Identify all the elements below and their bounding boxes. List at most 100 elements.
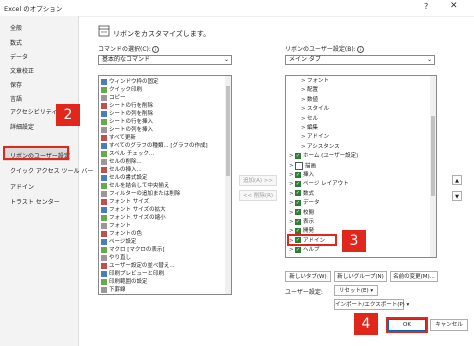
commands-list[interactable]: ウィンドウ枠の固定 クイック印刷 コピー シートの行を削除 シートの列を削除 シートの行を…	[98, 75, 232, 295]
tab-checkbox[interactable]: ✓	[295, 246, 301, 253]
move-up-button[interactable]: ▲	[452, 175, 462, 185]
move-down-button[interactable]: ▼	[452, 191, 462, 201]
command-label: セルの削除...	[109, 159, 142, 165]
commands-scroll-thumb[interactable]	[226, 86, 230, 176]
ribbon-tree-item[interactable]: >編集	[301, 124, 318, 132]
sidebar-item-language[interactable]: 言語	[10, 94, 22, 103]
sidebar-item-data[interactable]: データ	[10, 52, 28, 61]
command-item[interactable]: やり直し	[101, 254, 131, 262]
ribbon-tree-item[interactable]: >アドイン	[301, 133, 329, 141]
sidebar-item-quick-access-toolbar[interactable]: クイック アクセス ツール バー	[10, 166, 93, 175]
command-item[interactable]: セルの削除...	[101, 158, 142, 166]
command-item[interactable]: 印刷範囲の設定	[101, 278, 148, 286]
sidebar-item-general[interactable]: 全般	[10, 23, 22, 32]
remove-button[interactable]: << 削除(R)	[239, 190, 277, 201]
tab-checkbox[interactable]: ✓	[295, 218, 301, 225]
new-group-button[interactable]: 新しいグループ(N)	[334, 271, 387, 282]
command-item[interactable]: フォント サイズの縮小	[101, 214, 166, 222]
command-label: シートの行を挿入	[109, 119, 154, 125]
ribbon-tree-item[interactable]: > ✓ データ	[289, 199, 320, 207]
ribbon-tree-item[interactable]: >配置	[301, 86, 318, 94]
ribbon-tree-label: ホーム (ユーザー設定)	[303, 153, 359, 160]
sidebar-item-save[interactable]: 保存	[10, 80, 22, 89]
ribbon-scroll-thumb[interactable]	[431, 116, 435, 196]
command-item[interactable]: シートの列を削除	[101, 110, 153, 118]
ribbon-tree-item[interactable]: > ✓ 表示	[289, 218, 314, 226]
command-item[interactable]: クイック印刷	[101, 86, 142, 94]
commands-scrollbar[interactable]	[225, 76, 231, 294]
ribbon-tree-item[interactable]: > ✓ ホーム (ユーザー設定)	[289, 152, 358, 160]
tab-checkbox[interactable]: ✓	[295, 152, 301, 159]
sidebar-item-trust-center[interactable]: トラスト センター	[10, 197, 60, 206]
command-icon	[101, 222, 107, 229]
ribbon-tree-item[interactable]: > ✓ 数式	[289, 190, 314, 198]
command-item[interactable]: シートの行を削除	[101, 102, 153, 110]
commands-label: コマンドの選択(C): i	[98, 44, 159, 53]
command-item[interactable]: 印刷プレビューと印刷	[101, 270, 164, 278]
commands-dropdown[interactable]: 基本的なコマンド ⌄	[98, 55, 232, 65]
command-item[interactable]: 下罫線	[101, 286, 126, 294]
import-export-button[interactable]: インポート/エクスポート(P) ▾	[334, 299, 409, 310]
sidebar-item-proofing[interactable]: 文章校正	[10, 66, 34, 75]
command-item[interactable]: すべてのグラフの種類... [グラフの作成]	[101, 142, 208, 150]
step-marker-2: 2	[56, 104, 80, 126]
ribbon-tree-item[interactable]: > ✓ ヘルプ	[289, 246, 320, 254]
ribbon-tree-label: 配置	[307, 87, 319, 94]
command-item[interactable]: セルを結合して中央揃え	[101, 182, 169, 190]
tab-checkbox[interactable]: ✓	[295, 190, 301, 197]
ribbon-tree-item[interactable]: >スタイル	[301, 105, 329, 113]
command-item[interactable]: コピー	[101, 94, 126, 102]
command-label: コピー	[109, 95, 126, 101]
command-item[interactable]: すべて更新	[101, 134, 136, 142]
command-item[interactable]: フォント サイズ	[101, 198, 149, 206]
ribbon-tree-item[interactable]: > 描画	[289, 161, 316, 170]
ribbon-tree-item[interactable]: >セル	[301, 115, 318, 123]
tab-checkbox[interactable]: ✓	[295, 180, 301, 187]
rename-button[interactable]: 名前の変更(M)...	[390, 271, 438, 282]
command-item[interactable]: フォント	[101, 222, 131, 230]
command-item[interactable]: シートの列を挿入	[101, 126, 153, 134]
command-item[interactable]: ページ設定	[101, 238, 136, 246]
command-item[interactable]: マクロ [マクロの表示]	[101, 246, 165, 254]
command-item[interactable]: フィルターの追加または削除	[101, 190, 180, 198]
ribbon-dropdown[interactable]: メイン タブ ⌄	[285, 55, 435, 65]
ribbon-tree-label: 表示	[303, 219, 315, 225]
command-item[interactable]: セルの挿入...	[101, 166, 142, 174]
cancel-button[interactable]: キャンセル	[430, 319, 468, 331]
help-button[interactable]: ?	[424, 2, 428, 11]
ribbon-tree-item[interactable]: >数値	[301, 96, 318, 104]
close-button[interactable]: ✕	[450, 1, 458, 11]
command-item[interactable]: ウィンドウ枠の固定	[101, 78, 159, 86]
tab-checkbox[interactable]: ✓	[295, 227, 301, 234]
sidebar-item-advanced[interactable]: 詳細設定	[10, 122, 34, 131]
reset-button[interactable]: リセット(E) ▾	[334, 285, 378, 296]
tab-checkbox[interactable]: ✓	[295, 209, 301, 216]
command-icon	[101, 238, 107, 245]
ribbon-tree-item[interactable]: > ✓ 挿入	[289, 171, 314, 179]
new-tab-button[interactable]: 新しいタブ(W)	[285, 271, 331, 282]
ribbon-tree-item[interactable]: >フォント	[301, 77, 329, 85]
add-button[interactable]: 追加(A) >>	[239, 175, 277, 186]
tab-checkbox[interactable]	[295, 161, 303, 170]
command-icon	[101, 158, 107, 165]
ribbon-tree-label: 挿入	[303, 172, 315, 178]
ribbon-tree-item[interactable]: > ✓ ページ レイアウト	[289, 180, 349, 188]
sidebar-item-accessibility[interactable]: アクセシビリティ	[10, 107, 57, 116]
highlight-box-2	[3, 146, 69, 160]
command-item[interactable]: セルの書式設定	[101, 174, 148, 182]
ribbon-tree-label: 数値	[307, 96, 319, 103]
sidebar-item-formulas[interactable]: 数式	[10, 38, 22, 47]
command-label: フォント サイズ	[109, 199, 150, 205]
command-item[interactable]: スペル チェック...	[101, 150, 154, 158]
command-item[interactable]: ユーザー設定の並べ替え...	[101, 262, 175, 270]
ribbon-tree-item[interactable]: > ✓ 校閲	[289, 209, 314, 217]
tab-checkbox[interactable]: ✓	[295, 171, 301, 178]
tab-checkbox[interactable]: ✓	[295, 199, 301, 206]
command-item[interactable]: フォント サイズの拡大	[101, 206, 166, 214]
ribbon-scrollbar[interactable]	[430, 76, 436, 257]
command-item[interactable]: シートの行を挿入	[101, 118, 153, 126]
sidebar-item-addins[interactable]: アドイン	[10, 182, 34, 191]
ribbon-tree-label: 編集	[307, 125, 319, 131]
ribbon-tree-item[interactable]: >アシスタンス	[301, 143, 340, 151]
command-item[interactable]: フォントの色	[101, 230, 142, 238]
